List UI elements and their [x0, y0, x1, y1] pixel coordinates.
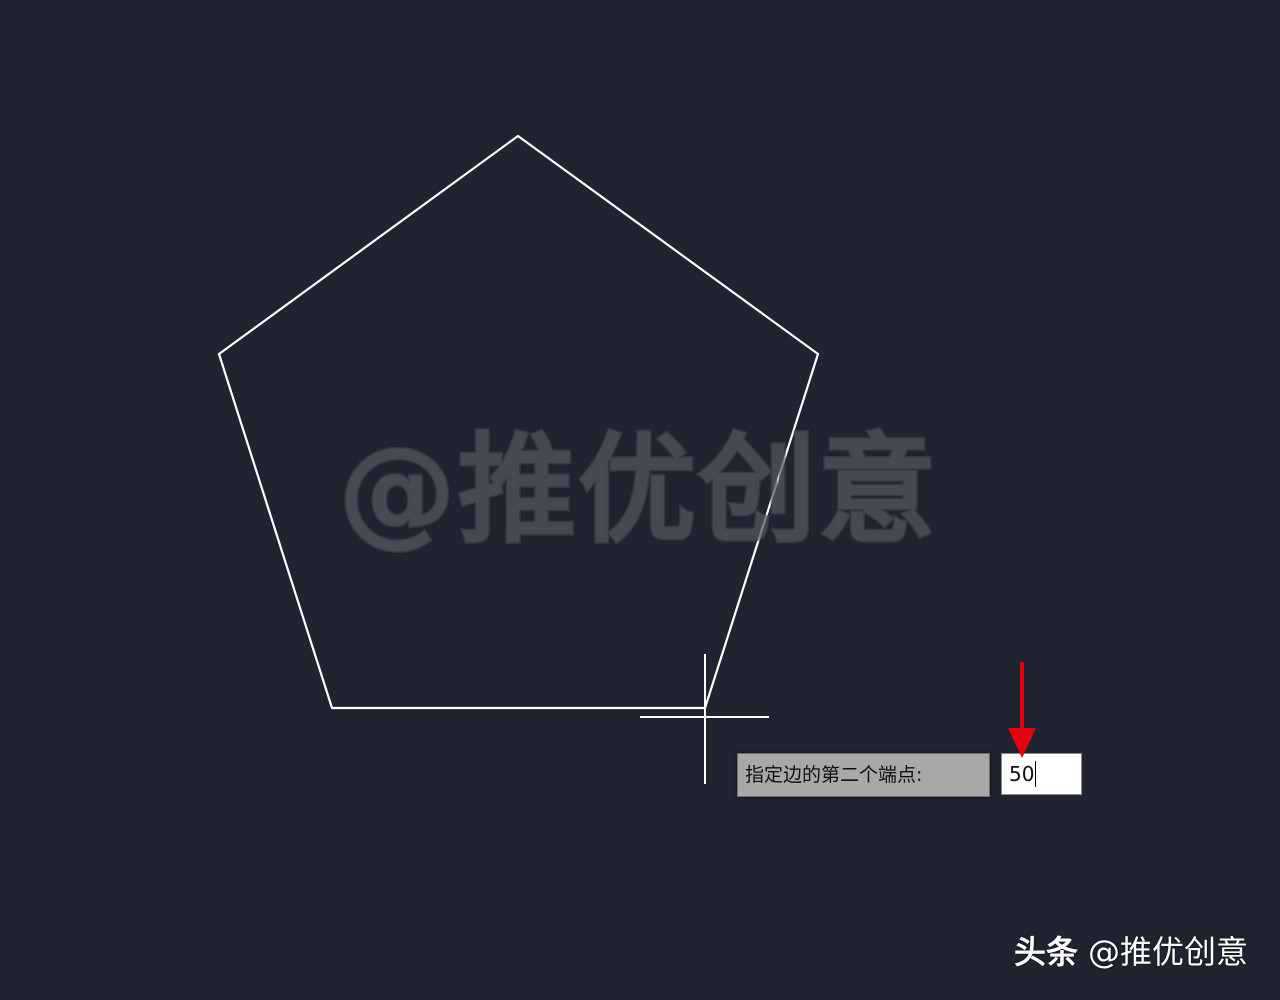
text-caret: [1035, 761, 1037, 787]
drawing-viewport[interactable]: [0, 0, 1280, 1000]
pentagon-shape[interactable]: [217, 134, 820, 710]
account-handle: @推优创意: [1088, 933, 1249, 971]
dynamic-input-prompt: 指定边的第二个端点:: [737, 753, 990, 797]
red-down-arrow-icon: [1008, 662, 1036, 758]
brand-watermark: 头条 @推优创意: [1014, 932, 1248, 972]
platform-logo: 头条: [1014, 933, 1079, 971]
drawing-canvas[interactable]: @推优创意 指定边的第二个端点: 50 头条 @推优创意: [0, 0, 1280, 1000]
input-value: 50: [1009, 762, 1035, 786]
